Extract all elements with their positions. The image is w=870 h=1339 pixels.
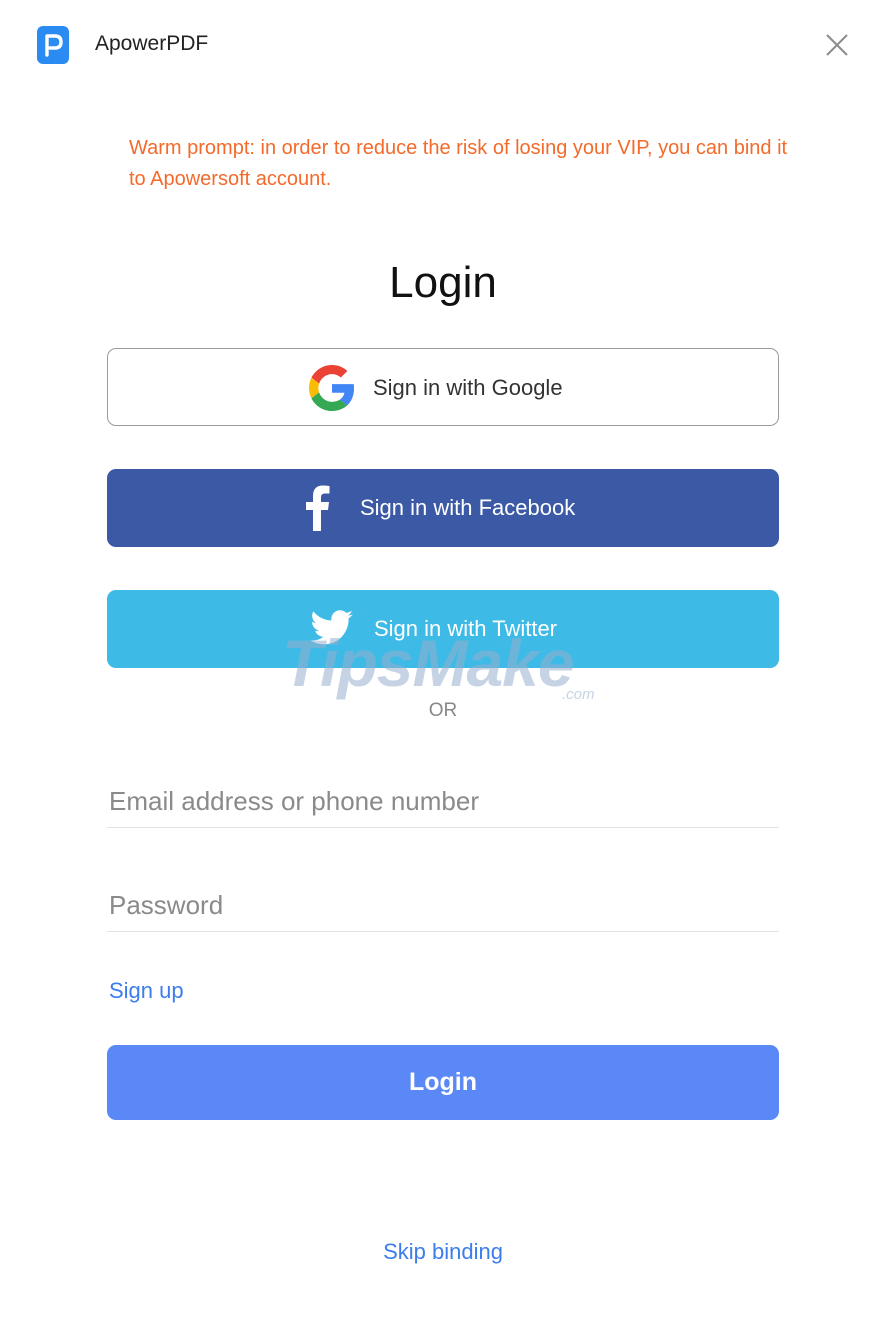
apowerpdf-logo-icon [37, 26, 69, 64]
or-separator: OR [428, 700, 458, 721]
login-dialog: ApowerPDF Warm prompt: in order to reduc… [0, 0, 870, 1339]
close-button[interactable] [820, 28, 854, 62]
close-icon [826, 34, 848, 56]
app-title: ApowerPDF [95, 32, 209, 55]
google-signin-label: Sign in with Google [373, 375, 563, 400]
facebook-signin-button[interactable]: Sign in with Facebook [107, 469, 779, 547]
google-signin-button[interactable]: Sign in with Google [107, 348, 779, 426]
login-heading: Login [389, 258, 497, 307]
twitter-signin-label: Sign in with Twitter [374, 616, 558, 641]
skip-binding-link[interactable]: Skip binding [383, 1239, 503, 1264]
facebook-icon [306, 485, 330, 531]
warm-prompt-message: Warm prompt: in order to reduce the risk… [129, 137, 788, 190]
password-field[interactable] [107, 880, 779, 932]
email-field[interactable] [107, 776, 779, 828]
google-icon [309, 365, 355, 411]
login-button[interactable]: Login [107, 1045, 779, 1120]
twitter-icon [310, 610, 353, 645]
signup-link[interactable]: Sign up [109, 978, 184, 1004]
skip-binding-row: Skip binding [0, 1239, 870, 1265]
facebook-signin-label: Sign in with Facebook [360, 495, 576, 520]
title-bar: ApowerPDF [0, 0, 870, 92]
twitter-signin-button[interactable]: Sign in with Twitter [107, 590, 779, 668]
